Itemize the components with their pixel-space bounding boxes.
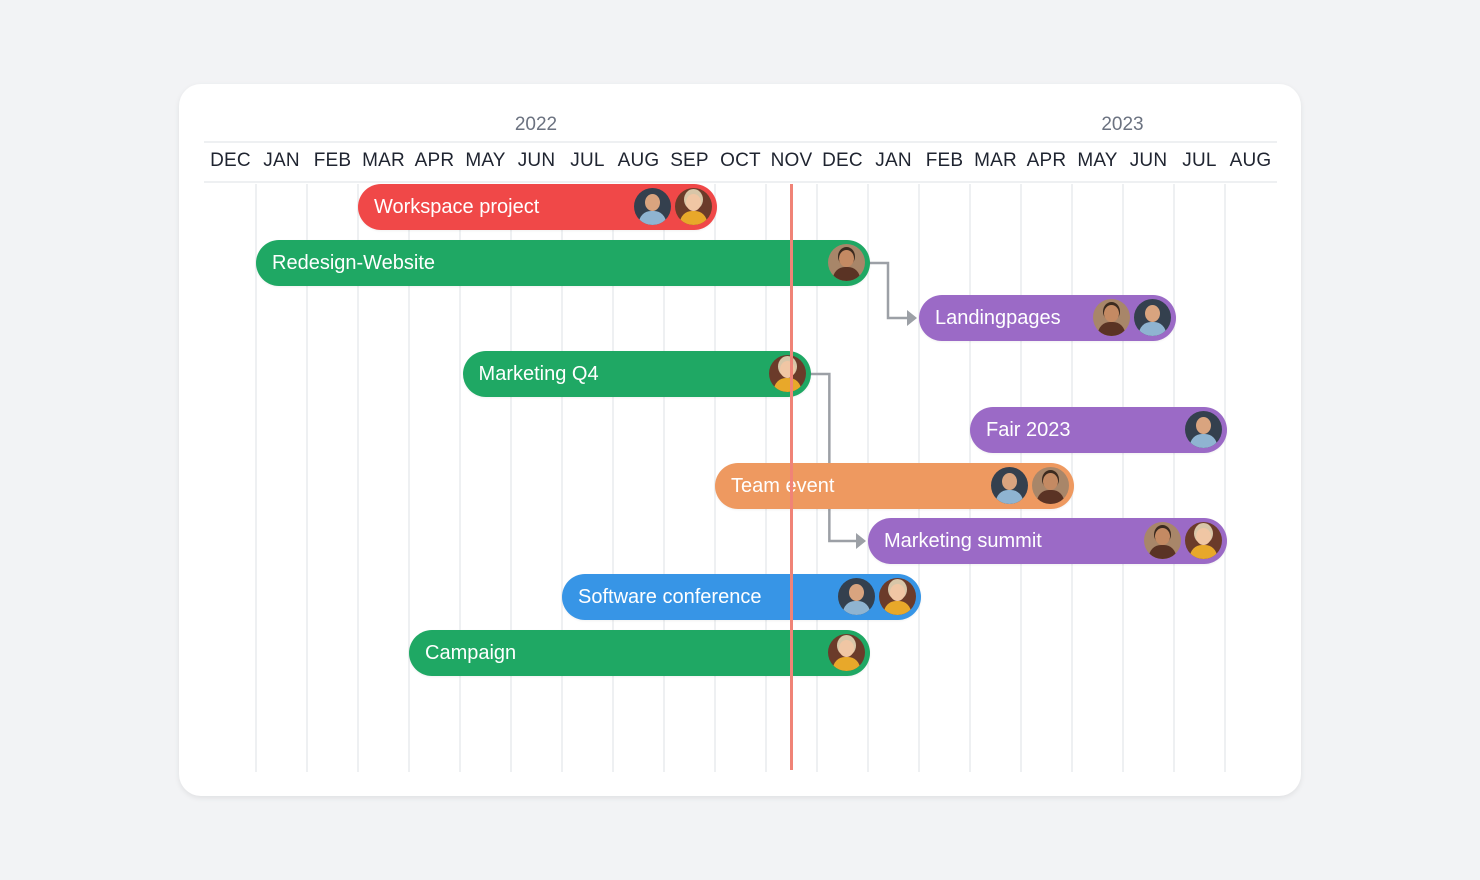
- month-divider: [204, 181, 1277, 183]
- month-label: AUG: [1229, 150, 1272, 171]
- avatar-body: [833, 657, 860, 671]
- month-label: OCT: [720, 150, 761, 171]
- month-label: JUL: [1182, 150, 1217, 171]
- avatar-body: [843, 601, 870, 615]
- avatar-head: [780, 361, 796, 378]
- avatar-head: [1196, 528, 1211, 545]
- task-bar[interactable]: Team event: [715, 463, 1074, 509]
- task-name: Landingpages: [935, 306, 1061, 329]
- task-bar[interactable]: Marketing summit: [868, 518, 1227, 564]
- assignee-avatars: [991, 467, 1069, 504]
- month-label: MAY: [1077, 150, 1118, 171]
- avatar-body: [1139, 322, 1166, 336]
- avatar-body: [996, 490, 1023, 504]
- avatar-man2[interactable]: [1032, 467, 1069, 504]
- avatar-man2[interactable]: [828, 244, 865, 281]
- assignee-avatars: [838, 578, 916, 615]
- task-name: Marketing Q4: [478, 362, 599, 385]
- task-bar[interactable]: Landingpages: [919, 295, 1176, 341]
- assignee-avatars: [769, 355, 807, 392]
- avatar-body: [1149, 545, 1176, 559]
- task-bar[interactable]: Campaign: [409, 630, 870, 676]
- assignee-avatars: [828, 634, 865, 671]
- avatar-body: [833, 267, 860, 281]
- avatar-woman[interactable]: [1185, 522, 1222, 559]
- avatar-head: [1002, 473, 1017, 490]
- avatar-head: [890, 584, 905, 601]
- month-label: JUN: [517, 150, 556, 171]
- year-label: 2023: [1101, 114, 1144, 135]
- month-label: MAR: [362, 150, 405, 171]
- avatar-head: [1145, 305, 1160, 322]
- avatar-head: [1196, 417, 1211, 434]
- assignee-avatars: [828, 244, 865, 281]
- task-bar[interactable]: Software conference: [562, 574, 921, 620]
- avatar-body: [1037, 490, 1064, 504]
- assignee-avatars: [1185, 411, 1222, 448]
- month-label: MAR: [974, 150, 1017, 171]
- month-gridline: [255, 184, 257, 772]
- task-name: Marketing summit: [884, 529, 1042, 552]
- assignee-avatars: [1144, 522, 1222, 559]
- avatar-man1[interactable]: [838, 578, 875, 615]
- avatar-head: [839, 640, 854, 657]
- task-name: Fair 2023: [986, 418, 1071, 441]
- avatar-body: [884, 601, 911, 615]
- avatar-head: [686, 194, 701, 211]
- month-label: DEC: [210, 150, 251, 171]
- month-gridline: [1173, 184, 1175, 772]
- year-divider: [204, 141, 1277, 143]
- task-bar[interactable]: Marketing Q4: [462, 351, 812, 397]
- avatar-body: [1190, 545, 1217, 559]
- avatar-head: [839, 250, 854, 267]
- avatar-body: [680, 211, 707, 225]
- avatar-man2[interactable]: [1093, 299, 1130, 336]
- task-bar[interactable]: Workspace project: [358, 184, 717, 230]
- month-label: FEB: [925, 150, 964, 171]
- avatar-woman[interactable]: [769, 355, 807, 392]
- year-label: 2022: [514, 114, 558, 135]
- month-gridline: [1224, 184, 1226, 772]
- month-label: AUG: [617, 150, 660, 171]
- task-bar[interactable]: Redesign-Website: [256, 240, 870, 286]
- avatar-body: [1190, 434, 1217, 448]
- month-label: SEP: [670, 150, 709, 171]
- month-label: JAN: [263, 150, 300, 171]
- month-label: JAN: [875, 150, 912, 171]
- avatar-man1[interactable]: [634, 188, 671, 225]
- task-name: Workspace project: [374, 195, 540, 218]
- task-bar[interactable]: Fair 2023: [970, 407, 1227, 453]
- avatar-body: [639, 211, 666, 225]
- avatar-head: [849, 584, 864, 601]
- task-name: Software conference: [578, 585, 762, 608]
- avatar-body: [774, 378, 802, 392]
- task-name: Redesign-Website: [272, 251, 436, 274]
- avatar-head: [645, 194, 660, 211]
- month-label: APR: [414, 150, 455, 171]
- month-label: FEB: [313, 150, 352, 171]
- month-label: JUN: [1129, 150, 1168, 171]
- task-name: Campaign: [425, 641, 517, 664]
- month-gridline: [1122, 184, 1124, 772]
- today-marker-line: [790, 184, 793, 770]
- assignee-avatars: [1093, 299, 1171, 336]
- assignee-avatars: [634, 188, 712, 225]
- month-label: MAY: [465, 150, 506, 171]
- avatar-woman[interactable]: [828, 634, 865, 671]
- avatar-man1[interactable]: [1185, 411, 1222, 448]
- avatar-man1[interactable]: [991, 467, 1028, 504]
- avatar-body: [1098, 322, 1125, 336]
- avatar-man2[interactable]: [1144, 522, 1181, 559]
- month-label: APR: [1026, 150, 1067, 171]
- avatar-man1[interactable]: [1134, 299, 1171, 336]
- avatar-head: [1043, 473, 1058, 490]
- task-name: Team event: [731, 474, 835, 497]
- avatar-head: [1155, 528, 1170, 545]
- avatar-woman[interactable]: [879, 578, 916, 615]
- avatar-woman[interactable]: [675, 188, 712, 225]
- avatar-head: [1104, 305, 1119, 322]
- month-label: DEC: [822, 150, 863, 171]
- month-label: JUL: [570, 150, 605, 171]
- month-label: NOV: [770, 150, 813, 171]
